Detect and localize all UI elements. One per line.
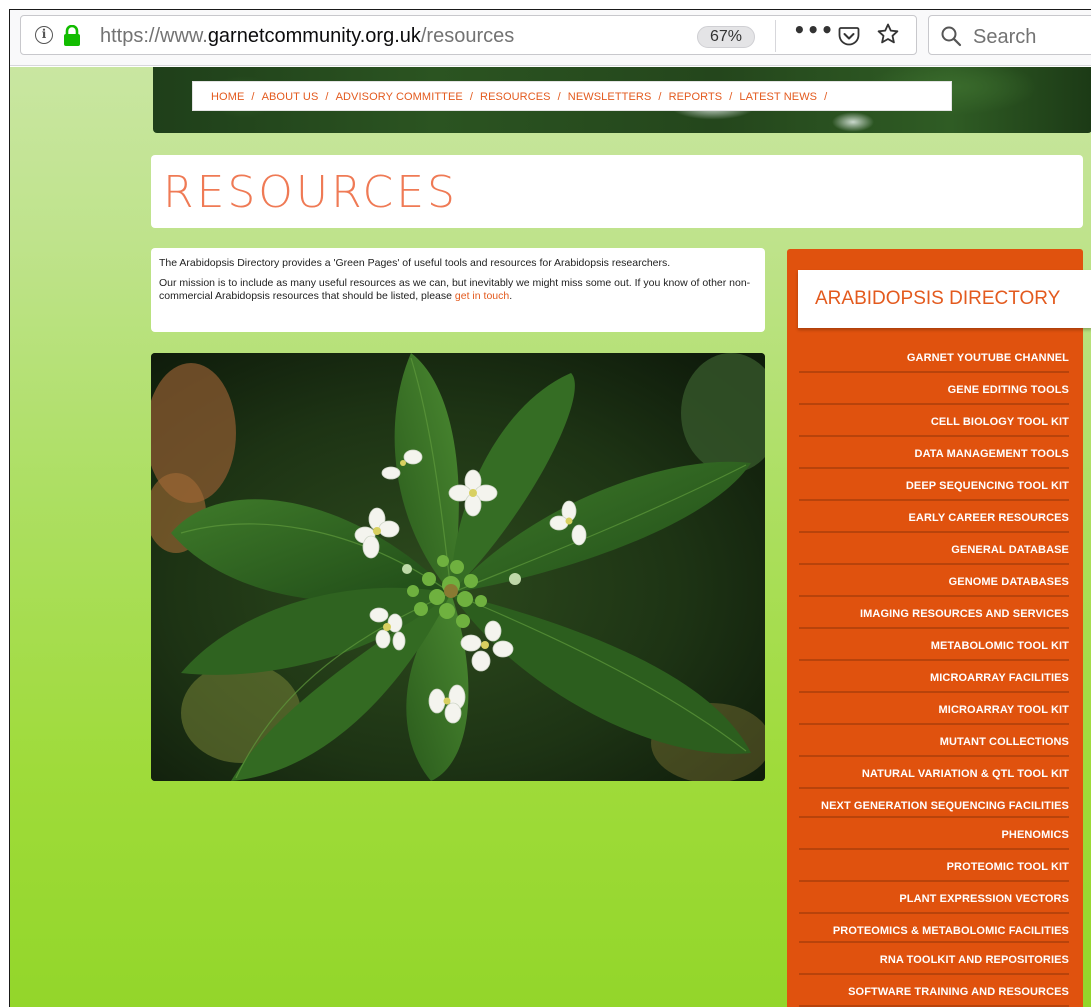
url-path: /resources <box>420 25 515 47</box>
star-icon[interactable] <box>876 22 900 46</box>
get-in-touch-link[interactable]: get in touch <box>455 290 509 302</box>
directory-item-cell-biology-tool-kit[interactable]: CELL BIOLOGY TOOL KIT <box>799 405 1069 437</box>
nav-item-reports[interactable]: REPORTS <box>669 91 723 103</box>
directory-item-rna-toolkit-and-repositories[interactable]: RNA TOOLKIT AND REPOSITORIES <box>799 943 1069 975</box>
nav-item-latest-news[interactable]: LATEST NEWS <box>739 91 817 103</box>
directory-item-general-database[interactable]: GENERAL DATABASE <box>799 533 1069 565</box>
intro-paragraph-2: Our mission is to include as many useful… <box>159 277 757 303</box>
nav-separator: / <box>824 91 828 103</box>
search-bar[interactable]: Search <box>928 15 1091 55</box>
nav-separator: / <box>729 91 733 103</box>
url-text[interactable]: https://www.garnetcommunity.org.uk/resou… <box>100 25 514 48</box>
search-icon <box>941 26 962 47</box>
directory-item-software-training-and-resources[interactable]: SOFTWARE TRAINING AND RESOURCES <box>799 975 1069 1007</box>
page-viewport: HOME / ABOUT US / ADVISORY COMMITTEE / RESOURC… <box>10 67 1091 1007</box>
nav-item-resources[interactable]: RESOURCES <box>480 91 551 103</box>
pocket-icon[interactable] <box>838 25 860 47</box>
directory-header: ARABIDOPSIS DIRECTORY <box>798 270 1091 328</box>
directory-item-natural-variation-qtl-tool-kit[interactable]: NATURAL VARIATION & QTL TOOL KIT <box>799 757 1069 789</box>
info-icon[interactable]: i <box>35 26 53 44</box>
directory-item-early-career-resources[interactable]: EARLY CAREER RESOURCES <box>799 501 1069 533</box>
directory-item-plant-expression-vectors[interactable]: PLANT EXPRESSION VECTORS <box>799 882 1069 914</box>
address-bar-divider <box>775 20 776 52</box>
directory-item-data-management-tools[interactable]: DATA MANAGEMENT TOOLS <box>799 437 1069 469</box>
nav-item-newsletters[interactable]: NEWSLETTERS <box>568 91 652 103</box>
directory-item-mutant-collections[interactable]: MUTANT COLLECTIONS <box>799 725 1069 757</box>
nav-separator: / <box>557 91 561 103</box>
address-bar[interactable]: i https://www.garnetcommunity.org.uk/res… <box>20 15 917 55</box>
directory-list: GARNET YOUTUBE CHANNEL GENE EDITING TOOLS… <box>799 341 1069 1007</box>
nav-separator: / <box>325 91 329 103</box>
main-nav: HOME / ABOUT US / ADVISORY COMMITTEE / RESOURC… <box>192 81 952 111</box>
directory-title: ARABIDOPSIS DIRECTORY <box>815 288 1061 309</box>
directory-item-phenomics[interactable]: PHENOMICS <box>799 818 1069 850</box>
search-placeholder: Search <box>973 26 1037 48</box>
intro-paragraph-1: The Arabidopsis Directory provides a 'Gr… <box>159 257 671 269</box>
browser-toolbar: i https://www.garnetcommunity.org.uk/res… <box>10 10 1091 66</box>
nav-separator: / <box>251 91 255 103</box>
nav-item-about-us[interactable]: ABOUT US <box>262 91 319 103</box>
directory-item-microarray-tool-kit[interactable]: MICROARRAY TOOL KIT <box>799 693 1069 725</box>
intro-box: The Arabidopsis Directory provides a 'Gr… <box>151 248 765 332</box>
url-prefix: https://www. <box>100 25 208 47</box>
page-title-box: RESOURCES <box>151 155 1083 228</box>
arabidopsis-plant-illustration <box>151 353 765 781</box>
arabidopsis-photo <box>151 353 765 781</box>
page-title: RESOURCES <box>163 167 458 218</box>
directory-item-genome-databases[interactable]: GENOME DATABASES <box>799 565 1069 597</box>
directory-item-proteomics-metabolomic-facilities[interactable]: PROTEOMICS & METABOLOMIC FACILITIES <box>799 914 1069 943</box>
nav-separator: / <box>658 91 662 103</box>
directory-item-next-generation-sequencing-facilities[interactable]: NEXT GENERATION SEQUENCING FACILITIES <box>799 789 1069 818</box>
nav-item-advisory-committee[interactable]: ADVISORY COMMITTEE <box>336 91 463 103</box>
nav-separator: / <box>469 91 474 103</box>
directory-item-garnet-youtube-channel[interactable]: GARNET YOUTUBE CHANNEL <box>799 341 1069 373</box>
browser-window: i https://www.garnetcommunity.org.uk/res… <box>9 9 1091 1007</box>
directory-item-imaging-resources-and-services[interactable]: IMAGING RESOURCES AND SERVICES <box>799 597 1069 629</box>
url-domain: garnetcommunity.org.uk <box>207 25 421 47</box>
directory-item-metabolomic-tool-kit[interactable]: METABOLOMIC TOOL KIT <box>799 629 1069 661</box>
lock-icon[interactable] <box>63 25 81 46</box>
intro-paragraph-2-end: . <box>509 290 513 302</box>
directory-item-deep-sequencing-tool-kit[interactable]: DEEP SEQUENCING TOOL KIT <box>799 469 1069 501</box>
directory-item-microarray-facilities[interactable]: MICROARRAY FACILITIES <box>799 661 1069 693</box>
zoom-level-button[interactable]: 67% <box>697 26 755 48</box>
directory-item-proteomic-tool-kit[interactable]: PROTEOMIC TOOL KIT <box>799 850 1069 882</box>
more-icon[interactable]: ••• <box>793 18 834 42</box>
nav-item-home[interactable]: HOME <box>211 91 244 103</box>
directory-item-gene-editing-tools[interactable]: GENE EDITING TOOLS <box>799 373 1069 405</box>
